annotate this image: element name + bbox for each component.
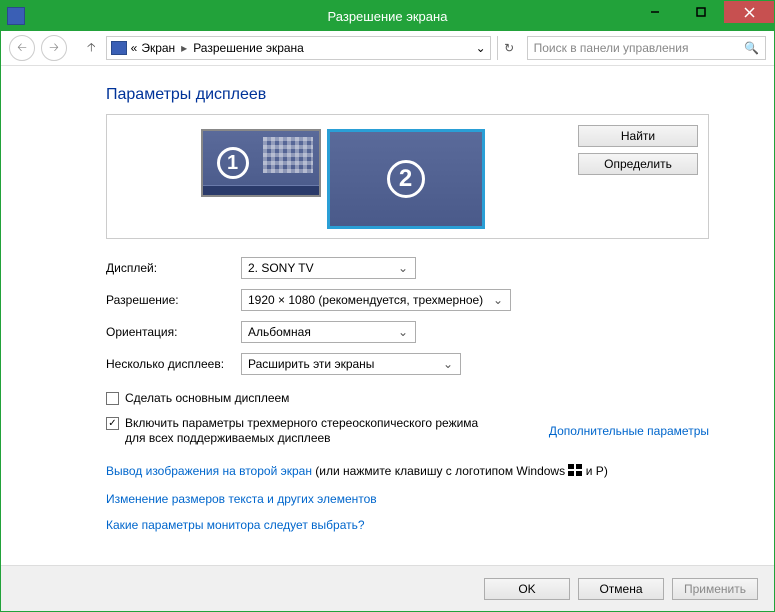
chevron-down-icon: ⌄ (395, 325, 411, 339)
multiple-displays-value: Расширить эти экраны (248, 357, 374, 371)
display-value: 2. SONY TV (248, 261, 314, 275)
make-primary-label: Сделать основным дисплеем (125, 391, 289, 406)
text-size-link[interactable]: Изменение размеров текста и других элеме… (106, 492, 709, 506)
refresh-button[interactable]: ↻ (497, 36, 521, 60)
display-label: Дисплей: (106, 261, 241, 275)
search-placeholder: Поиск в панели управления (534, 41, 689, 55)
project-link[interactable]: Вывод изображения на второй экран (106, 464, 312, 478)
orientation-label: Ориентация: (106, 325, 241, 339)
make-primary-checkbox[interactable] (106, 392, 119, 405)
page-heading: Параметры дисплеев (106, 86, 709, 104)
monitor-number: 1 (217, 147, 249, 179)
display-arrangement-box: 1 2 Найти Определить (106, 114, 709, 239)
dialog-footer: OK Отмена Применить (1, 565, 774, 611)
resolution-select[interactable]: 1920 × 1080 (рекомендуется, трехмерное) … (241, 289, 511, 311)
project-text-a: (или нажмите клавишу с логотипом Windows (312, 464, 568, 478)
close-button[interactable] (724, 1, 774, 23)
detect-button[interactable]: Определить (578, 153, 698, 175)
monitor-2[interactable]: 2 (327, 129, 485, 229)
minimize-button[interactable] (632, 1, 678, 23)
chevron-down-icon: ⌄ (440, 357, 456, 371)
ok-button[interactable]: OK (484, 578, 570, 600)
breadcrumb[interactable]: « Экран ▸ Разрешение экрана ⌄ (106, 36, 491, 60)
orientation-select[interactable]: Альбомная ⌄ (241, 321, 416, 343)
advanced-settings-link[interactable]: Дополнительные параметры (549, 424, 709, 438)
monitor-1[interactable]: 1 (201, 129, 321, 197)
orientation-value: Альбомная (248, 325, 311, 339)
apply-button[interactable]: Применить (672, 578, 758, 600)
titlebar: Разрешение экрана (1, 1, 774, 31)
resolution-value: 1920 × 1080 (рекомендуется, трехмерное) (248, 293, 483, 307)
search-icon: 🔍 (744, 41, 759, 55)
make-primary-row: Сделать основным дисплеем (106, 391, 709, 406)
monitor-number: 2 (387, 160, 425, 198)
chevron-right-icon[interactable]: ▸ (179, 41, 189, 55)
resolution-label: Разрешение: (106, 293, 241, 307)
which-settings-link[interactable]: Какие параметры монитора следует выбрать… (106, 518, 709, 532)
maximize-button[interactable] (678, 1, 724, 23)
stereo-3d-label: Включить параметры трехмерного стереоско… (125, 416, 485, 446)
project-row: Вывод изображения на второй экран (или н… (106, 464, 709, 478)
breadcrumb-part[interactable]: Разрешение экрана (193, 41, 304, 55)
up-button[interactable]: 🡡 (83, 38, 100, 59)
location-icon (111, 41, 127, 55)
display-select[interactable]: 2. SONY TV ⌄ (241, 257, 416, 279)
breadcrumb-prefix: « (131, 41, 138, 55)
chevron-down-icon[interactable]: ⌄ (476, 41, 486, 55)
find-button[interactable]: Найти (578, 125, 698, 147)
search-input[interactable]: Поиск в панели управления 🔍 (527, 36, 766, 60)
monitor-canvas[interactable]: 1 2 (117, 125, 568, 228)
forward-button[interactable]: 🡢 (41, 35, 67, 61)
chevron-down-icon: ⌄ (395, 261, 411, 275)
breadcrumb-part[interactable]: Экран (141, 41, 175, 55)
stereo-3d-checkbox[interactable]: ✓ (106, 417, 119, 430)
multiple-displays-select[interactable]: Расширить эти экраны ⌄ (241, 353, 461, 375)
project-text-b: и P) (582, 464, 607, 478)
multiple-displays-label: Несколько дисплеев: (106, 357, 241, 371)
back-button[interactable]: 🡠 (9, 35, 35, 61)
monitor-taskbar-icon (203, 185, 319, 195)
navbar: 🡠 🡢 🡡 « Экран ▸ Разрешение экрана ⌄ ↻ По… (1, 31, 774, 66)
cancel-button[interactable]: Отмена (578, 578, 664, 600)
windows-key-icon (568, 464, 582, 476)
chevron-down-icon: ⌄ (490, 293, 506, 307)
app-icon (7, 7, 25, 25)
